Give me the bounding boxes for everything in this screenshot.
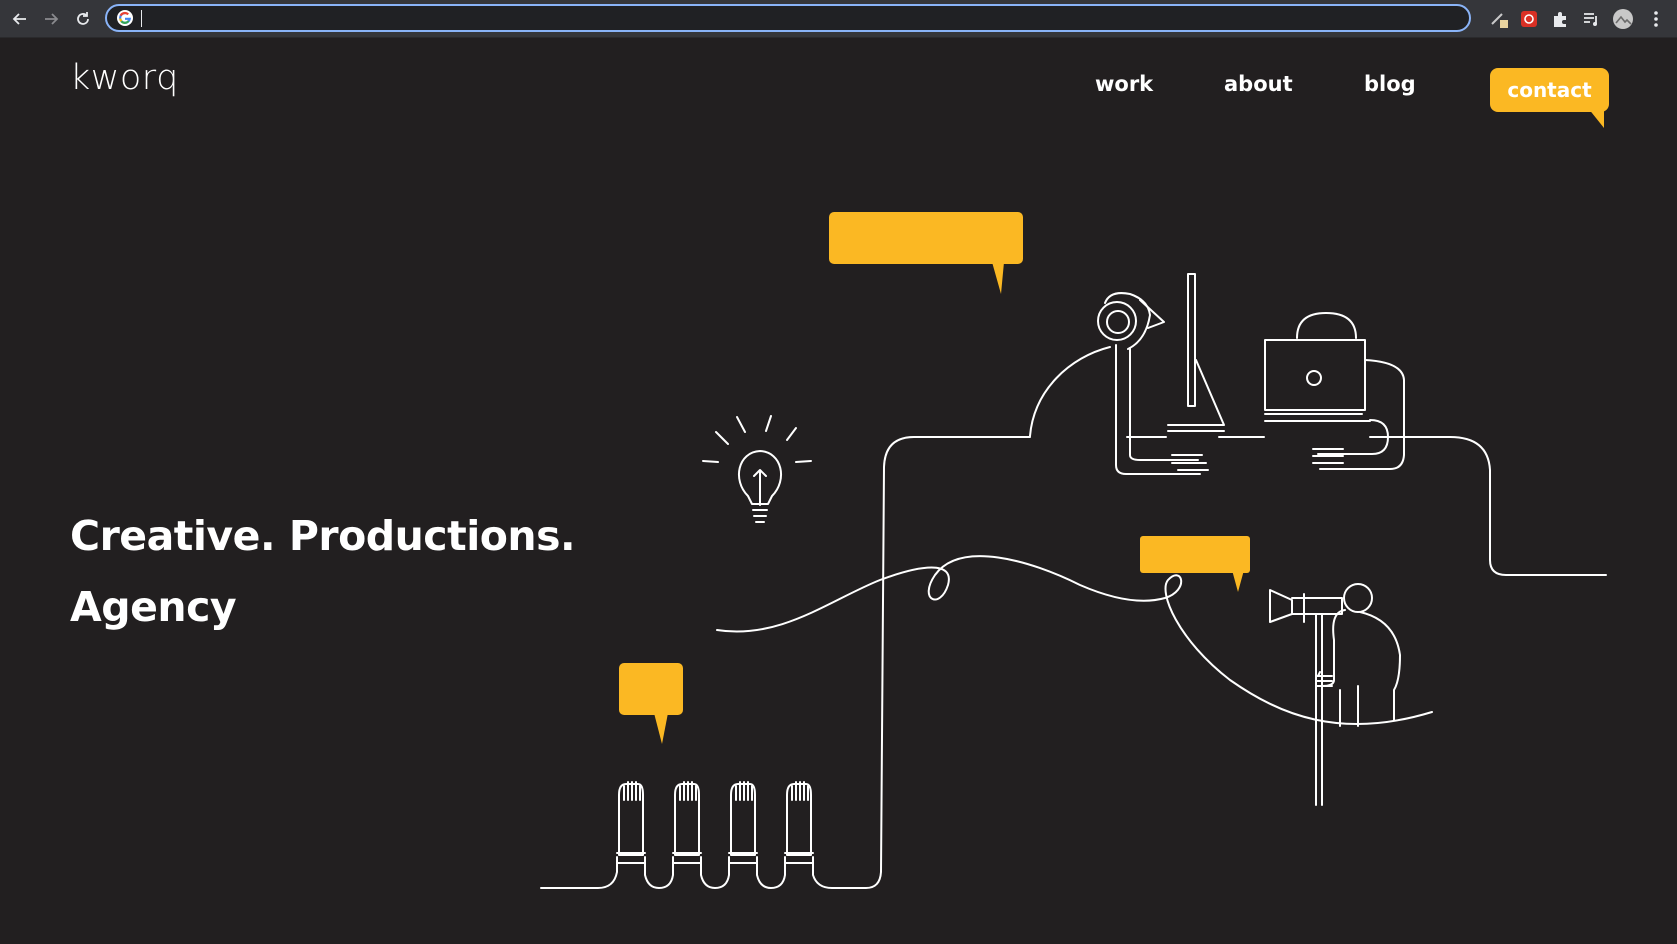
raised-hands (616, 781, 814, 864)
speech-bubble-small (619, 663, 683, 744)
lightbulb-icon (702, 415, 812, 523)
person-headphones (1029, 292, 1209, 475)
hero-illustration (540, 212, 1607, 889)
desktop-monitor (1167, 273, 1225, 432)
table-outline (540, 856, 618, 889)
speech-bubble-large (829, 212, 1023, 294)
camera-operator (1269, 583, 1401, 806)
wavy-cable (716, 555, 1433, 725)
speech-bubble-medium (1140, 536, 1250, 592)
person-laptop (1264, 312, 1405, 470)
